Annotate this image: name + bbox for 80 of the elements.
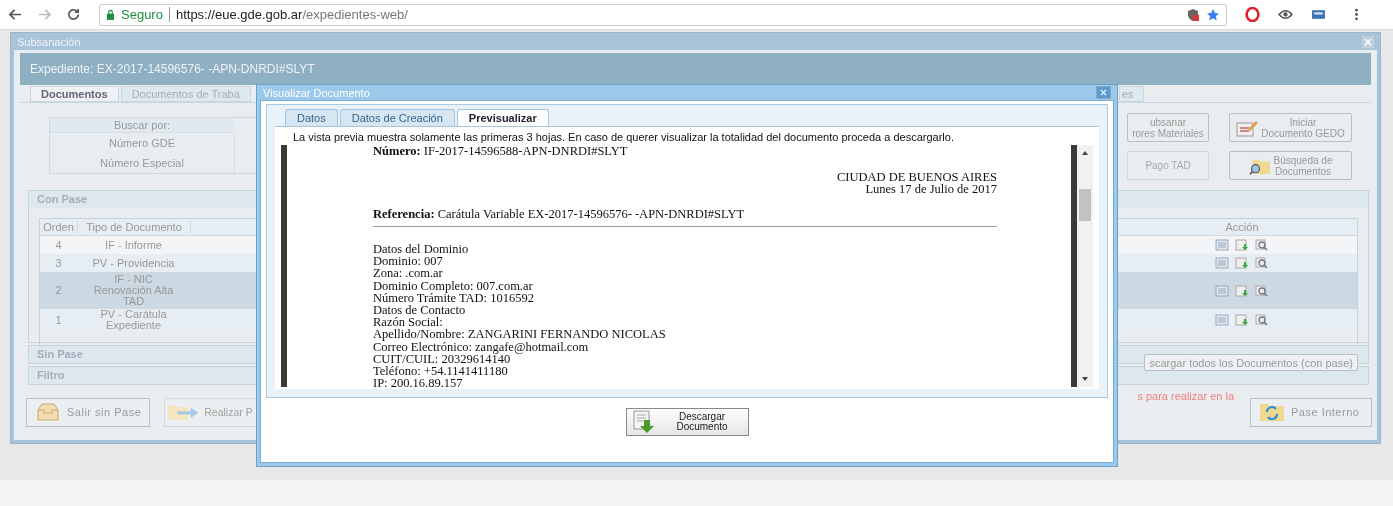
scrollbar-thumb[interactable] [1079,189,1091,221]
document-number: Número: IF-2017-14596588-APN-DNRDI#SLYT [373,145,629,157]
download-document-icon[interactable] [1235,257,1249,269]
table-cell-text: 1 [54,314,63,326]
download-document-button[interactable]: Descargar Documento [625,408,749,436]
document-line: Razón Social: [373,316,443,329]
document-download-icon [632,410,655,434]
close-icon [1364,37,1372,46]
close-icon [1100,89,1107,96]
table-cell-text: IF - Informe [104,239,163,251]
preview-notice: La vista previa muestra solamente las primeras 3 hojas. En caso de querer visualizar la totalidad del documento proceda a descargarlo. [292,131,955,143]
magnifier-icon[interactable] [1255,284,1269,297]
document-line: CUIT/CUIL: 20329614140 [373,352,511,366]
warning-text: s para realizar en la [1137,390,1234,402]
tab[interactable]: Documentos [30,86,119,102]
pase-interno-button[interactable]: Pase Interno [1250,397,1372,427]
tray-icon [35,402,61,422]
forward-icon[interactable] [37,7,52,22]
download-document-icon[interactable] [1235,284,1249,297]
download-all-button[interactable]: scargar todos los Documentos (con pase) [1144,354,1358,371]
footer-button[interactable]: Salir sin Pase [26,397,151,427]
expediente-number: Expediente: EX-2017-14596576- -APN-DNRDI#SLYT [30,62,315,76]
shield-icon[interactable] [1186,7,1200,22]
document-line: Zona: .com.ar [373,267,444,280]
tab[interactable]: Previsualizar [456,109,549,126]
table-cell-text: 2 [54,285,63,296]
url-text: https://eue.gde.gob.ar/expedientes-web/ [175,7,409,22]
document-line: Dominio Completo: 007.com.ar [373,279,534,292]
document-line: Número Trámite TAD: 1016592 [373,291,535,304]
table-cell-text: 4 [54,239,63,251]
magnifier-icon[interactable] [1255,257,1269,269]
action-button[interactable]: Iniciar Documento GEDO [1229,113,1352,142]
document-line: Dominio: 007 [373,255,444,268]
address-bar[interactable]: Seguro https://eue.gde.gob.ar/expedientes-web/ [99,3,1227,26]
column-header: Orden [40,221,78,233]
document-line: IP: 200.16.89.157 [373,377,464,387]
magnifier-icon[interactable] [1255,239,1269,251]
document-line: Teléfono: +54.1141411180 [373,365,509,378]
eye-icon[interactable] [1278,7,1293,22]
menu-icon[interactable] [1354,7,1359,22]
secure-label: Seguro [121,7,163,22]
scroll-down-icon[interactable] [1081,376,1089,382]
document-city: CIUDAD DE BUENOS AIRES [835,171,997,183]
table-cell-text: IF - NIC Renovación Alta TAD [92,274,175,307]
column-header: Acción [1224,221,1260,233]
star-icon[interactable] [1206,7,1220,22]
action-button[interactable]: Búsqueda de Documentos [1229,151,1352,180]
opera-icon[interactable] [1245,7,1260,22]
magnifier-icon[interactable] [1255,314,1269,326]
document-pencil-icon [1236,118,1259,137]
table-cell-text: PV - Providencia [91,257,176,269]
download-document-icon[interactable] [1235,239,1249,251]
tab[interactable]: Documentos de Traba [120,86,251,102]
document-line: Correo Electrónico: zangafe@hotmail.com [373,340,590,353]
scroll-up-icon[interactable] [1081,150,1089,156]
document-line: Datos de Contacto [373,304,467,317]
extension-icon[interactable] [1311,7,1326,22]
action-button[interactable]: ubsanar rores Materiales [1127,113,1209,142]
search-header: Buscar por: [50,118,234,133]
search-option[interactable]: Número Especial [50,153,235,173]
tab[interactable]: Datos de Creación [339,109,455,126]
folder-refresh-icon [1259,402,1285,422]
document-reference: Referencia: Carátula Variable EX-2017-14596576- -APN-DNRDI#SLYT [373,208,746,220]
table-cell-text: 3 [54,257,63,269]
search-option[interactable]: Número GDE [50,133,235,153]
table-cell-text: PV - Carátula Expediente [99,309,168,331]
lock-icon [106,9,115,20]
window-title: Subsanación [17,35,81,48]
back-icon[interactable] [8,7,23,22]
document-date: Lunes 17 de Julio de 2017 [864,183,997,195]
column-header: Tipo de Documento [78,221,191,233]
document-line: Datos del Dominio [373,243,470,256]
close-button[interactable] [1096,86,1111,99]
download-document-icon[interactable] [1235,314,1249,326]
tab[interactable]: Datos [285,109,338,126]
document-line: Apellido/Nombre: ZANGARINI FERNANDO NICOLAS [373,328,667,341]
tab[interactable]: es [1118,86,1145,102]
scrollbar[interactable] [1077,145,1093,387]
dialog-title: Visualizar Documento [263,86,370,99]
reload-icon[interactable] [66,7,81,22]
